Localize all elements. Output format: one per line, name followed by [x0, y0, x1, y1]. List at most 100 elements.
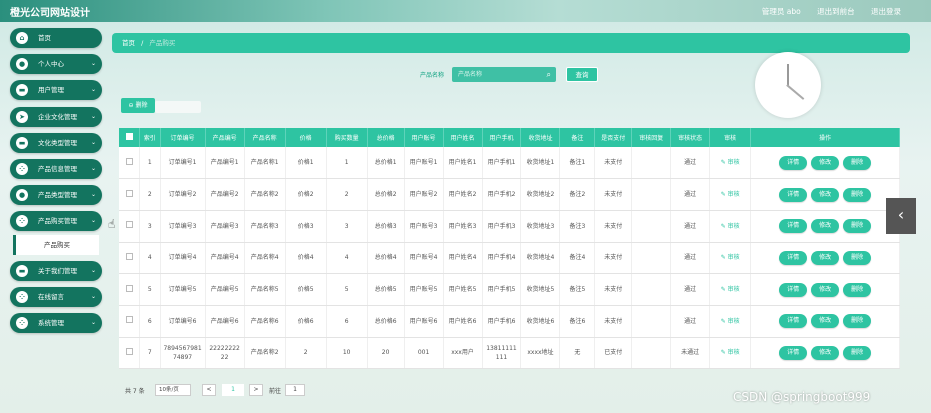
sidebar-item-label: 系统管理	[38, 318, 64, 327]
table-cell: 用户姓名6	[443, 305, 483, 338]
table-cell: 通过	[670, 147, 711, 180]
select-all-checkbox[interactable]	[125, 133, 133, 140]
edit-button[interactable]: 修改	[811, 219, 840, 234]
prev-page-button[interactable]: <	[202, 384, 216, 396]
detail-button[interactable]: 详情	[779, 155, 808, 170]
edit-button[interactable]: 修改	[811, 187, 840, 202]
detail-button[interactable]: 详情	[779, 250, 808, 265]
audit-link[interactable]: ✎ 审核	[721, 349, 740, 356]
sidebar-item-6[interactable]: ● 产品类型管理 ⌄	[10, 185, 102, 206]
sidebar-item-3[interactable]: ➤ 企业文化管理 ⌄	[10, 106, 102, 127]
delete-button[interactable]: 删除	[843, 155, 872, 170]
table-cell: 产品编号4	[205, 242, 245, 275]
table-cell: 3	[326, 210, 368, 243]
delete-button[interactable]: 删除	[843, 314, 872, 329]
toolbar-spacer	[155, 101, 201, 113]
row-checkbox[interactable]	[125, 347, 133, 355]
audit-link[interactable]: ✎ 审核	[721, 223, 740, 230]
detail-button[interactable]: 详情	[779, 345, 808, 360]
detail-button[interactable]: 详情	[779, 282, 808, 297]
batch-delete-button[interactable]: ⊖ 删除	[121, 98, 155, 113]
table-cell: 用户姓名5	[443, 273, 483, 306]
actions-cell: 详情 修改 删除	[750, 305, 900, 338]
table-row: 4 订单编号4 产品编号4 产品名称4 价格4 4 总价格4 用户账号4 用户姓名4 用户手机4 收…	[119, 242, 900, 275]
audit-link[interactable]: ✎ 审核	[721, 254, 740, 261]
audit-link[interactable]: ✎ 审核	[721, 318, 740, 325]
detail-button[interactable]: 详情	[779, 219, 808, 234]
sidebar-item-8[interactable]: ▬ 关于我们管理 ⌄	[10, 260, 102, 281]
sidebar-item-10[interactable]: ⁘ 系统管理 ⌄	[10, 312, 102, 333]
table-cell: 2	[326, 178, 368, 211]
sidebar-item-label: 在线留言	[38, 292, 64, 301]
search-button[interactable]: 查询	[566, 67, 598, 82]
table-cell: 订单编号4	[160, 242, 206, 275]
table-cell: 总价格4	[367, 242, 405, 275]
delete-button[interactable]: 删除	[843, 282, 872, 297]
row-checkbox[interactable]	[125, 316, 133, 324]
column-header: 收货地址	[520, 128, 561, 147]
edit-button[interactable]: 修改	[811, 155, 840, 170]
table-cell: 产品名称2	[244, 178, 286, 211]
users-icon: ▬	[16, 84, 28, 97]
goto-page-input[interactable]: 1	[285, 384, 305, 396]
sidebar-item-label: 用户管理	[38, 86, 64, 95]
detail-button[interactable]: 详情	[779, 187, 808, 202]
row-checkbox-cell	[119, 178, 140, 211]
sidebar-subitem-product-purchase[interactable]: 产品购买	[13, 234, 99, 255]
table-cell: xxx用户	[443, 337, 483, 370]
edit-button[interactable]: 修改	[811, 282, 840, 297]
grid-icon: ⁘	[16, 162, 28, 175]
table-cell: 未通过	[670, 337, 711, 370]
sidebar-item-label: 产品信息管理	[38, 164, 77, 173]
collapse-arrow-button[interactable]: ‹	[886, 198, 916, 234]
delete-button[interactable]: 删除	[843, 187, 872, 202]
table-cell: 总价格1	[367, 147, 405, 180]
search-placeholder: 产品名称	[458, 71, 483, 78]
table-cell: 产品名称1	[244, 147, 286, 180]
audit-link[interactable]: ✎ 审核	[721, 286, 740, 293]
logout-link[interactable]: 退出登录	[871, 7, 901, 16]
delete-button[interactable]: 删除	[843, 250, 872, 265]
sidebar-item-2[interactable]: ▬ 用户管理 ⌄	[10, 80, 102, 101]
table-cell: 用户姓名1	[443, 147, 483, 180]
clock-minute-hand	[786, 84, 805, 100]
row-checkbox[interactable]	[125, 221, 133, 229]
edit-button[interactable]: 修改	[811, 250, 840, 265]
edit-button[interactable]: 修改	[811, 314, 840, 329]
edit-button[interactable]: 修改	[811, 345, 840, 360]
table-cell: 3	[139, 210, 161, 243]
row-checkbox[interactable]	[125, 189, 133, 197]
table-cell: 产品编号5	[205, 273, 245, 306]
sidebar-item-1[interactable]: ● 个人中心 ⌄	[10, 54, 102, 75]
row-checkbox[interactable]	[125, 252, 133, 260]
current-page[interactable]: 1	[222, 384, 244, 396]
sidebar-item-4[interactable]: ▬ 文化类型管理 ⌄	[10, 132, 102, 153]
row-checkbox[interactable]	[125, 157, 133, 165]
back-to-site-link[interactable]: 退出到前台	[817, 7, 855, 16]
delete-button[interactable]: 删除	[843, 219, 872, 234]
table-cell	[631, 273, 672, 306]
table-cell: 789456798174897	[160, 337, 206, 370]
table-cell: 订单编号2	[160, 178, 206, 211]
page-size-select[interactable]: 10条/页	[155, 384, 191, 396]
audit-link[interactable]: ✎ 审核	[721, 159, 740, 166]
column-header: 用户手机	[482, 128, 522, 147]
sidebar-item-5[interactable]: ⁘ 产品信息管理 ⌄	[10, 158, 102, 179]
detail-button[interactable]: 详情	[779, 314, 808, 329]
sidebar-item-9[interactable]: ⁘ 在线留言 ⌄	[10, 286, 102, 307]
grid-icon: ⁘	[16, 316, 28, 329]
delete-button[interactable]: 删除	[843, 345, 872, 360]
sidebar-item-label: 产品类型管理	[38, 191, 77, 200]
row-checkbox[interactable]	[125, 284, 133, 292]
table-cell: 通过	[670, 242, 711, 275]
sidebar-item-label: 企业文化管理	[38, 112, 77, 121]
breadcrumb-home[interactable]: 首页	[122, 39, 135, 47]
search-input[interactable]: 产品名称 ⌕	[452, 67, 556, 82]
audit-link[interactable]: ✎ 审核	[721, 191, 740, 198]
next-page-button[interactable]: >	[249, 384, 263, 396]
sidebar-item-0[interactable]: ⌂ 首页	[10, 28, 102, 48]
row-checkbox-cell	[119, 210, 140, 243]
table-cell: 2	[139, 178, 161, 211]
table-cell: 订单编号3	[160, 210, 206, 243]
sidebar-item-7[interactable]: ⁘ 产品购买管理 ⌄	[10, 211, 102, 232]
